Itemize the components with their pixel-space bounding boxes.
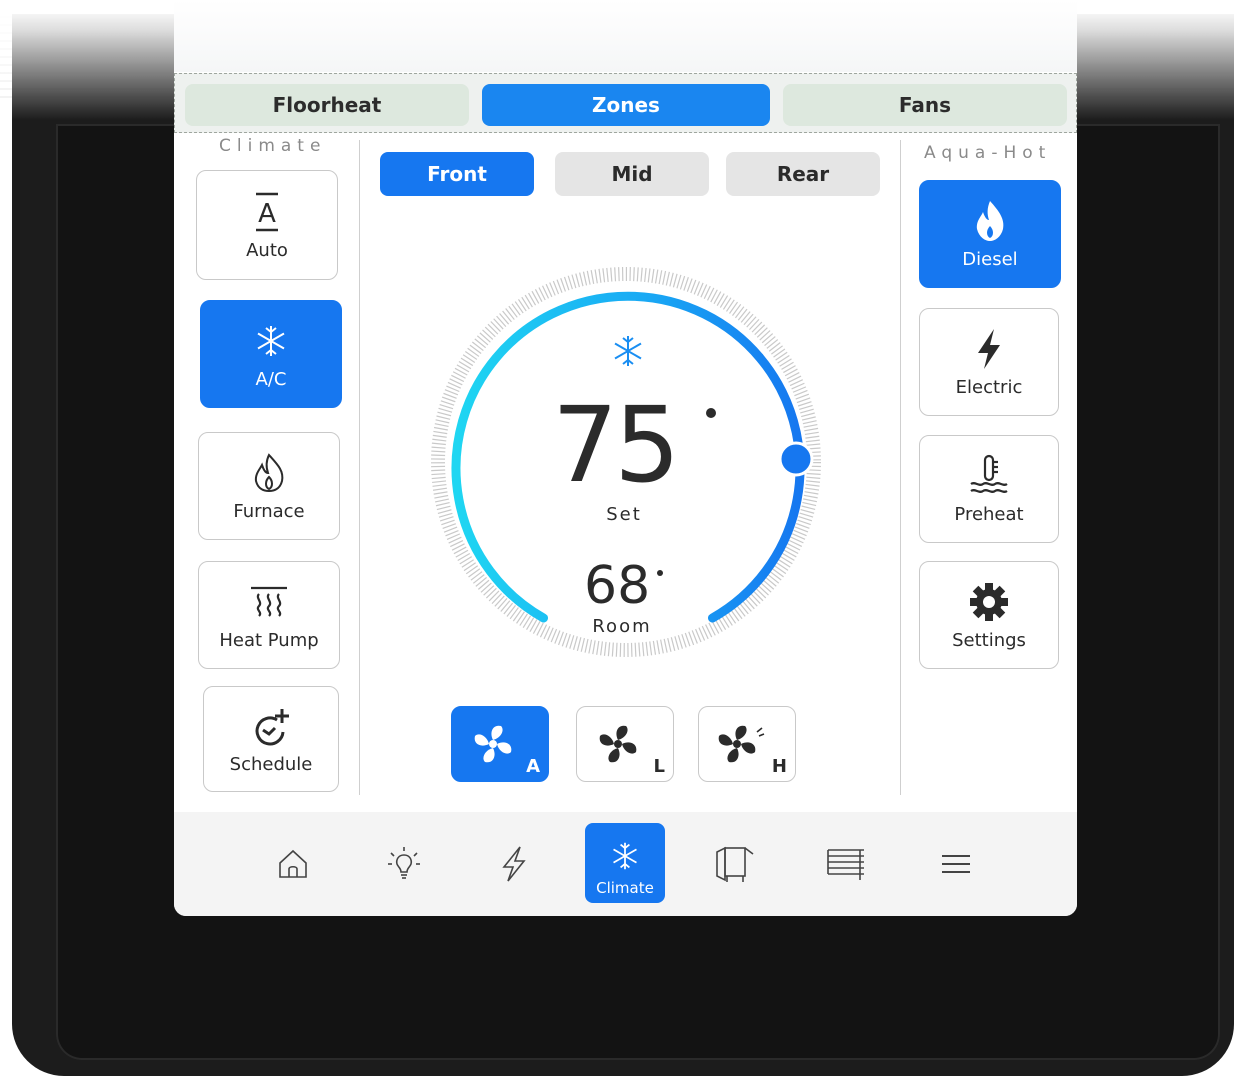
room-label: Room [592, 616, 652, 637]
menu-icon [942, 855, 970, 873]
fan-high-sub: H [771, 756, 787, 777]
auto-icon: A [252, 190, 282, 234]
preheat-label: Preheat [954, 503, 1024, 525]
electric-button[interactable]: Electric [919, 308, 1059, 416]
fan-low-button[interactable]: L [576, 706, 674, 782]
electric-label: Electric [955, 376, 1023, 398]
tab-zones[interactable]: Zones [482, 84, 770, 126]
auto-button[interactable]: A Auto [196, 170, 338, 280]
top-tab-bar: Floorheat Zones Fans [174, 73, 1077, 133]
room-degree-symbol [657, 570, 663, 576]
zone-mid-button[interactable]: Mid [555, 152, 709, 196]
ac-label: A/C [255, 368, 287, 390]
home-icon [279, 849, 307, 878]
fan-auto-button[interactable]: A [451, 706, 549, 782]
awning-icon [827, 849, 864, 880]
bolt-icon [502, 846, 526, 882]
snowflake-icon [613, 842, 637, 870]
screen: Floorheat Zones Fans Climate A Auto A/C … [174, 0, 1077, 916]
svg-text:A: A [258, 199, 276, 229]
schedule-icon [251, 704, 291, 748]
nav-home[interactable] [263, 836, 323, 892]
mode-snowflake-icon [611, 334, 645, 368]
nav-lighting[interactable] [374, 836, 434, 892]
tab-fans[interactable]: Fans [783, 84, 1067, 126]
nav-slide-outs[interactable] [705, 836, 765, 892]
fan-low-sub: L [653, 756, 665, 777]
flame-icon [973, 199, 1007, 243]
set-label: Set [606, 504, 642, 525]
settings-label: Settings [952, 629, 1026, 651]
heat-pump-label: Heat Pump [219, 629, 319, 651]
furnace-label: Furnace [233, 500, 305, 522]
diesel-button[interactable]: Diesel [919, 180, 1061, 288]
nav-menu[interactable] [926, 836, 986, 892]
schedule-label: Schedule [229, 753, 313, 775]
slide-out-icon [716, 846, 754, 882]
room-temperature: 68 [584, 556, 651, 616]
nav-awnings[interactable] [816, 836, 876, 892]
fan-icon [599, 725, 637, 763]
right-divider [900, 140, 901, 795]
dial-handle[interactable] [778, 441, 814, 477]
preheat-button[interactable]: Preheat [919, 435, 1059, 543]
aquahot-panel-title: Aqua-Hot [924, 143, 1052, 163]
settings-button[interactable]: Settings [919, 561, 1059, 669]
light-bulb-icon [388, 847, 420, 879]
fan-high-button[interactable]: H [698, 706, 796, 782]
diesel-label: Diesel [962, 248, 1018, 270]
auto-label: Auto [246, 239, 288, 261]
nav-power[interactable] [484, 836, 544, 892]
nav-climate-label: Climate [596, 879, 654, 897]
screen-header-area [174, 0, 1077, 72]
climate-panel-title: Climate [219, 136, 327, 156]
gear-icon [968, 580, 1010, 624]
left-divider [359, 140, 360, 795]
tab-floorheat[interactable]: Floorheat [185, 84, 469, 126]
set-temperature: 75 [552, 384, 680, 506]
fan-auto-sub: A [526, 756, 540, 777]
ac-button[interactable]: A/C [200, 300, 342, 408]
set-degree-symbol [706, 408, 716, 418]
snowflake-icon [254, 319, 288, 363]
heat-pump-icon [249, 580, 289, 624]
schedule-button[interactable]: Schedule [203, 686, 339, 792]
bolt-icon [974, 327, 1004, 371]
fan-icon [474, 725, 512, 763]
fan-icon [718, 725, 765, 763]
zone-rear-button[interactable]: Rear [726, 152, 880, 196]
heat-pump-button[interactable]: Heat Pump [198, 561, 340, 669]
nav-climate[interactable]: Climate [585, 823, 665, 903]
flame-icon [252, 451, 286, 495]
furnace-button[interactable]: Furnace [198, 432, 340, 540]
device-frame: Floorheat Zones Fans Climate A Auto A/C … [0, 0, 1234, 1076]
zone-front-button[interactable]: Front [380, 152, 534, 196]
water-temp-icon [967, 454, 1011, 498]
